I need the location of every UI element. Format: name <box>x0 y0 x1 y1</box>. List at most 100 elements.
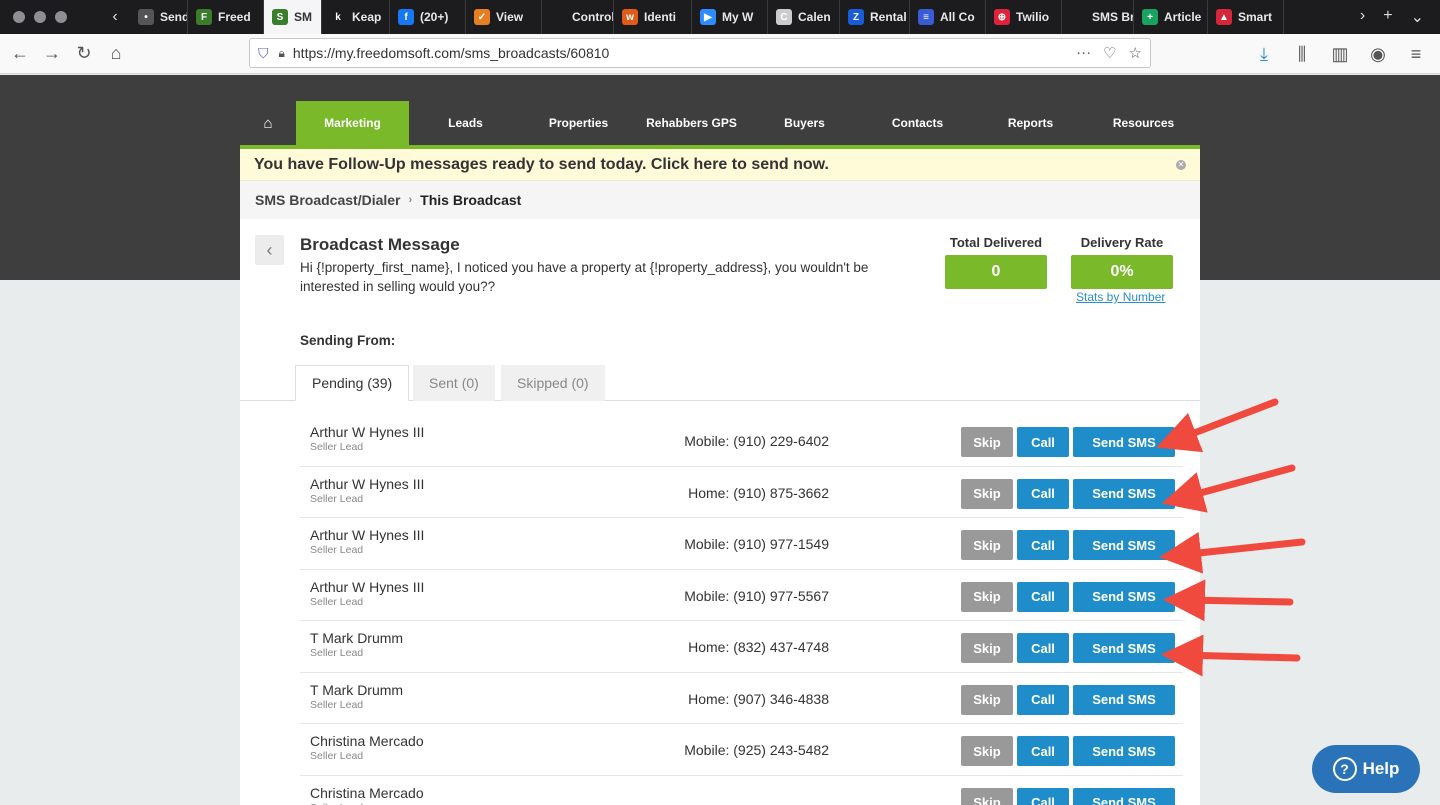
nav-home-icon[interactable]: ⌂ <box>240 101 296 145</box>
skip-button[interactable]: Skip <box>961 633 1013 663</box>
browser-tab[interactable]: C Calen <box>768 0 840 34</box>
call-button[interactable]: Call <box>1017 427 1069 457</box>
forward-icon[interactable]: → <box>36 38 68 70</box>
breadcrumb-parent[interactable]: SMS Broadcast/Dialer <box>255 192 401 208</box>
call-button[interactable]: Call <box>1017 633 1069 663</box>
nav-buyers[interactable]: Buyers <box>748 101 861 145</box>
browser-tab[interactable]: ⊕ Twilio <box>986 0 1062 34</box>
tab-sent[interactable]: Sent (0) <box>413 365 495 401</box>
call-button[interactable]: Call <box>1017 530 1069 560</box>
account-icon[interactable]: ◉ <box>1362 38 1394 70</box>
tab-skipped[interactable]: Skipped (0) <box>501 365 605 401</box>
sidebar-icon[interactable]: ▥ <box>1324 38 1356 70</box>
lead-name[interactable]: Arthur W Hynes III <box>310 476 424 492</box>
tab-scroll-right-icon[interactable]: › <box>1360 7 1365 27</box>
lead-name[interactable]: Arthur W Hynes III <box>310 424 424 440</box>
lead-type: Seller Lead <box>310 492 364 505</box>
send-sms-button[interactable]: Send SMS <box>1073 736 1175 766</box>
browser-tab[interactable]: ▶ My W <box>692 0 768 34</box>
alert-close-icon[interactable]: ✕ <box>1176 159 1186 170</box>
call-button[interactable]: Call <box>1017 478 1069 509</box>
tab-pending[interactable]: Pending (39) <box>295 365 410 401</box>
send-sms-button[interactable]: Send SMS <box>1073 581 1175 612</box>
browser-tab[interactable]: F Freed <box>188 0 264 34</box>
lock-icon[interactable]: 🔒︎ <box>279 46 285 61</box>
lead-name[interactable]: Christina Mercado <box>310 785 424 801</box>
zoom-window-icon[interactable] <box>55 11 67 23</box>
call-button[interactable]: Call <box>1017 684 1069 715</box>
skip-button[interactable]: Skip <box>961 427 1013 457</box>
nav-reports[interactable]: Reports <box>974 101 1087 145</box>
follow-up-alert[interactable]: You have Follow-Up messages ready to sen… <box>240 149 1200 181</box>
browser-tab[interactable]: ✓ View <box>466 0 542 34</box>
send-sms-button[interactable]: Send SMS <box>1073 633 1175 663</box>
help-button[interactable]: ? Help <box>1312 745 1420 793</box>
browser-tab[interactable]: k Keap <box>322 0 390 34</box>
downloads-icon[interactable]: ⤓ <box>1248 38 1280 70</box>
browser-tab[interactable]: ≡ All Co <box>910 0 986 34</box>
lead-name[interactable]: Arthur W Hynes III <box>310 579 424 595</box>
nav-leads[interactable]: Leads <box>409 101 522 145</box>
nav-properties[interactable]: Properties <box>522 101 635 145</box>
skip-button[interactable]: Skip <box>961 787 1013 805</box>
lead-name[interactable]: Christina Mercado <box>310 733 424 749</box>
send-sms-button[interactable]: Send SMS <box>1073 684 1175 715</box>
call-button[interactable]: Call <box>1017 581 1069 612</box>
nav-rehabbers-gps[interactable]: Rehabbers GPS <box>635 101 748 145</box>
table-row: Arthur W Hynes III Seller Lead Mobile: (91… <box>300 415 1183 467</box>
browser-tab[interactable]: Control Pa <box>542 0 614 34</box>
send-sms-button[interactable]: Send SMS <box>1073 478 1175 509</box>
skip-button[interactable]: Skip <box>961 684 1013 715</box>
browser-tab[interactable]: f (20+) <box>390 0 466 34</box>
reload-icon[interactable]: ↻ <box>68 38 100 70</box>
skip-button[interactable]: Skip <box>961 581 1013 612</box>
lead-phone: Mobile: (910) 977-1549 <box>684 536 829 552</box>
home-icon[interactable]: ⌂ <box>100 38 132 70</box>
call-button[interactable]: Call <box>1017 787 1069 805</box>
library-icon[interactable]: ⫼ <box>1286 38 1318 70</box>
call-button[interactable]: Call <box>1017 736 1069 766</box>
tab-label: SMS Broa <box>1092 10 1134 24</box>
close-window-icon[interactable] <box>13 11 25 23</box>
browser-tab[interactable]: + Article <box>1134 0 1208 34</box>
tab-scroll-left-icon[interactable]: ‹ <box>100 8 130 26</box>
lead-type: Seller Lead <box>310 802 363 805</box>
send-sms-button[interactable]: Send SMS <box>1073 530 1175 560</box>
tracking-shield-icon[interactable]: ⛉ <box>258 45 269 62</box>
url-text[interactable]: https://my.freedomsoft.com/sms_broadcast… <box>293 45 1076 61</box>
browser-tab[interactable]: ▲ Smart <box>1208 0 1284 34</box>
status-tabs: Pending (39) Sent (0) Skipped (0) <box>240 365 1200 401</box>
pocket-icon[interactable]: ♡ <box>1103 44 1116 62</box>
tab-list-icon[interactable]: ⌄ <box>1411 7 1424 27</box>
tab-label: My W <box>722 10 754 24</box>
browser-tab[interactable]: SSM✕ <box>264 0 322 34</box>
skip-button[interactable]: Skip <box>961 478 1013 509</box>
browser-tab[interactable]: w Identi <box>614 0 692 34</box>
lead-name[interactable]: Arthur W Hynes III <box>310 527 424 543</box>
send-sms-button[interactable]: Send SMS <box>1073 787 1175 805</box>
nav-marketing[interactable]: Marketing <box>296 101 409 145</box>
url-bar[interactable]: ⛉ 🔒︎ https://my.freedomsoft.com/sms_broa… <box>249 38 1151 68</box>
lead-type: Seller Lead <box>310 441 364 453</box>
tab-favicon-icon: ✓ <box>474 9 490 25</box>
back-button[interactable]: ‹ <box>255 235 284 265</box>
browser-tab[interactable]: SMS Broa <box>1062 0 1134 34</box>
new-tab-icon[interactable]: + <box>1383 7 1392 27</box>
page-actions-icon[interactable]: ··· <box>1076 44 1091 62</box>
skip-button[interactable]: Skip <box>961 736 1013 766</box>
bookmark-star-icon[interactable]: ☆ <box>1129 44 1142 62</box>
minimize-window-icon[interactable] <box>34 11 46 23</box>
lead-name[interactable]: T Mark Drumm <box>310 630 403 646</box>
back-icon[interactable]: ← <box>4 38 36 70</box>
send-sms-button[interactable]: Send SMS <box>1073 427 1175 457</box>
browser-tab[interactable]: Z Rental <box>840 0 910 34</box>
menu-icon[interactable]: ≡ <box>1400 38 1432 70</box>
window-controls[interactable] <box>0 11 100 23</box>
stats-by-number-link[interactable]: Stats by Number <box>1076 290 1165 304</box>
nav-resources[interactable]: Resources <box>1087 101 1200 145</box>
alert-text[interactable]: You have Follow-Up messages ready to sen… <box>254 156 829 174</box>
lead-name[interactable]: T Mark Drumm <box>310 682 403 698</box>
skip-button[interactable]: Skip <box>961 530 1013 560</box>
browser-tab[interactable]: • Sende <box>130 0 188 34</box>
nav-contacts[interactable]: Contacts <box>861 101 974 145</box>
